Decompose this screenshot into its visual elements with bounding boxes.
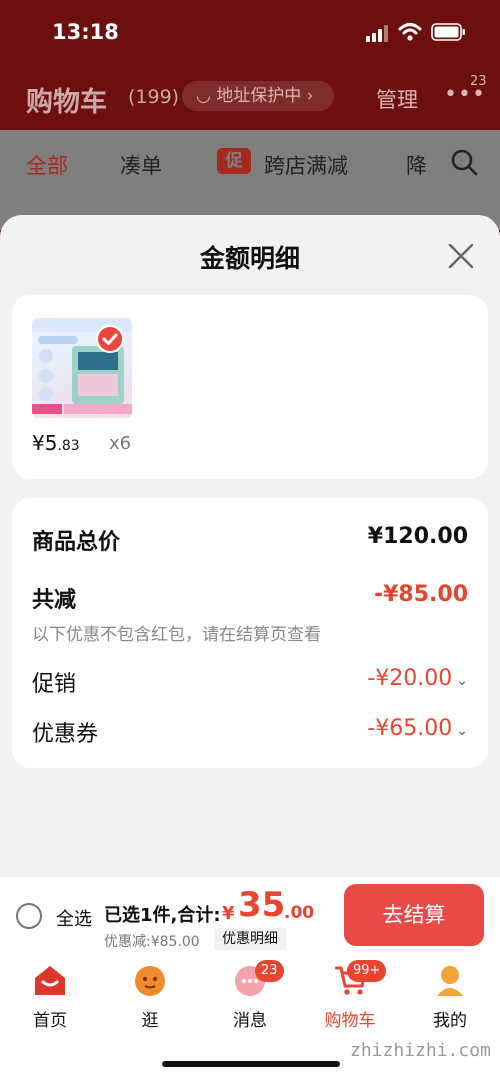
- total-off-value: -¥85.00: [373, 582, 468, 607]
- chevron-down-icon: ⌄: [456, 673, 468, 689]
- selected-products-card: ¥5.83 x6: [12, 295, 488, 479]
- tab-bundle[interactable]: 凑单: [120, 150, 162, 180]
- product-price-dec: .83: [57, 438, 80, 454]
- tab-messages-label: 消息: [233, 1011, 267, 1031]
- tab-cart-label: 购物车: [324, 1011, 376, 1031]
- promo-value: -¥20.00: [367, 666, 453, 691]
- tab-home-label: 首页: [33, 1011, 67, 1031]
- home-indicator: [162, 1061, 340, 1067]
- cart-header: 13:18 购物车 (199) ◡ 地址保护中 › 管理 ••• 23: [0, 0, 500, 130]
- tab-cross-store[interactable]: 跨店满减: [264, 150, 348, 180]
- messages-badge: 23: [255, 960, 284, 982]
- browse-mascot-icon: [135, 966, 165, 996]
- address-protection-label: 地址保护中: [216, 86, 302, 106]
- tab-price-drop[interactable]: 降: [406, 150, 427, 180]
- tab-messages[interactable]: 23 消息: [205, 958, 295, 1031]
- sheet-title: 金额明细: [199, 244, 300, 273]
- tab-me[interactable]: 我的: [405, 958, 495, 1031]
- address-protection-pill[interactable]: ◡ 地址保护中 ›: [182, 81, 334, 111]
- search-icon[interactable]: [450, 148, 478, 176]
- discount-note: 以下优惠不包含红包，请在结算页查看: [32, 625, 321, 645]
- cart-badge: 99+: [347, 960, 387, 982]
- price-breakdown-card: 商品总价 ¥120.00 共减 -¥85.00 以下优惠不包含红包，请在结算页查…: [12, 498, 488, 768]
- wifi-icon: [398, 23, 422, 41]
- watermark: zhizhizhi.com: [350, 1040, 491, 1061]
- total-currency: ¥: [222, 903, 235, 924]
- discount-amount: 优惠减:¥85.00: [104, 934, 200, 950]
- product-price-int: ¥5: [32, 431, 58, 455]
- battery-icon: [431, 23, 465, 41]
- chevron-right-icon: ›: [306, 86, 314, 106]
- selected-summary: 已选1件,合计:: [104, 905, 221, 926]
- tab-all[interactable]: 全部: [26, 150, 68, 180]
- product-quantity: x6: [109, 433, 132, 454]
- product-price: ¥5.83: [32, 431, 80, 455]
- goods-total-label: 商品总价: [32, 530, 121, 555]
- tab-browse-label: 逛: [141, 1011, 159, 1031]
- status-bar: 13:18: [0, 0, 500, 66]
- more-badge: 23: [470, 74, 487, 89]
- promo-badge: 促: [217, 148, 251, 174]
- promo-row[interactable]: -¥20.00 ⌄: [367, 666, 468, 691]
- select-all-checkbox[interactable]: [16, 903, 42, 929]
- home-icon: [35, 966, 65, 995]
- chevron-down-icon: ⌄: [456, 723, 468, 739]
- tab-me-label: 我的: [433, 1011, 467, 1031]
- goods-total-value: ¥120.00: [367, 524, 468, 549]
- status-time: 13:18: [52, 20, 119, 44]
- total-amount-dec: .00: [284, 903, 315, 923]
- coupon-row[interactable]: -¥65.00 ⌄: [367, 716, 468, 741]
- close-icon[interactable]: [446, 241, 476, 271]
- cart-count: (199): [128, 86, 180, 108]
- coupon-label: 优惠券: [32, 722, 99, 747]
- tab-home[interactable]: 首页: [5, 958, 95, 1031]
- discount-detail-button[interactable]: 优惠明细: [214, 928, 286, 950]
- checked-icon: [96, 325, 124, 353]
- coupon-value: -¥65.00: [367, 716, 453, 741]
- select-all-label[interactable]: 全选: [56, 905, 92, 931]
- profile-icon: [437, 966, 463, 996]
- page-title: 购物车: [26, 87, 107, 118]
- signal-icon: [366, 25, 388, 42]
- manage-button[interactable]: 管理: [376, 84, 418, 114]
- total-amount-int: 35: [238, 885, 286, 925]
- smile-icon: ◡: [196, 86, 211, 106]
- tab-browse[interactable]: 逛: [105, 958, 195, 1031]
- promo-label: 促销: [32, 672, 77, 697]
- checkout-bar: 全选 已选1件,合计: ¥ 35 .00 优惠减:¥85.00 优惠明细 去结算: [0, 876, 500, 952]
- total-off-label: 共减: [32, 588, 77, 613]
- tab-cart[interactable]: 99+ 购物车: [305, 958, 395, 1031]
- checkout-button[interactable]: 去结算: [344, 884, 484, 946]
